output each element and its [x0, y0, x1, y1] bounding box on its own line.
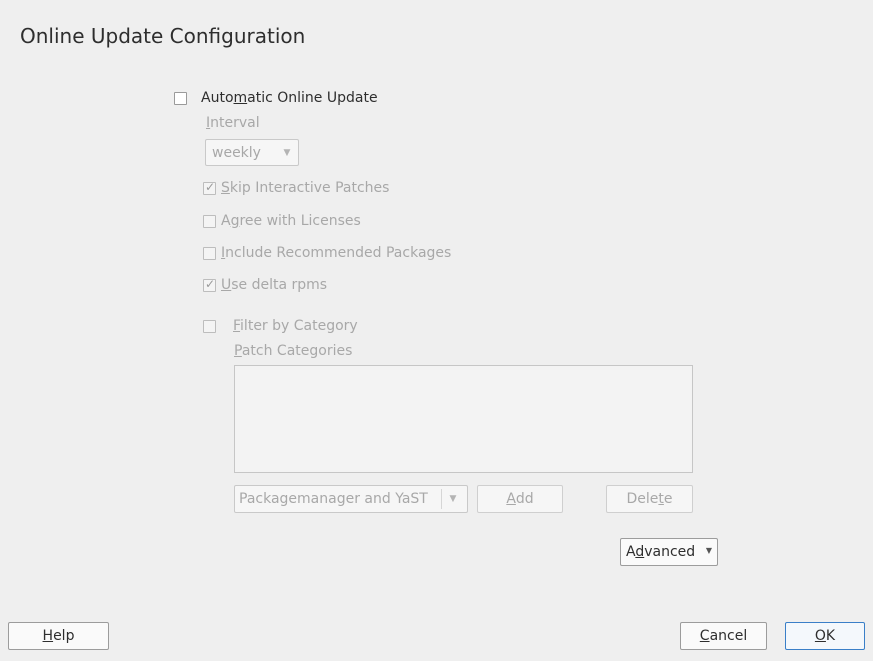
- use-delta-rpms-label[interactable]: Use delta rpms: [221, 277, 327, 293]
- agree-with-licenses-checkbox[interactable]: [203, 215, 216, 228]
- label-part: nclude Recommended Packages: [225, 245, 452, 261]
- filter-by-category-label[interactable]: Filter by Category: [233, 318, 358, 334]
- label-part: atic Online Update: [247, 90, 378, 106]
- label-part: e: [663, 491, 673, 507]
- dialog-title: Online Update Configuration: [20, 24, 306, 48]
- label-part: dd: [515, 491, 534, 507]
- label-part: ancel: [709, 628, 748, 644]
- combo-divider: [441, 489, 442, 509]
- automatic-online-update-label[interactable]: Automatic Online Update: [201, 90, 378, 106]
- label-part: A: [626, 544, 636, 560]
- chevron-down-icon: ▼: [283, 147, 291, 158]
- label-part: ree with Licenses: [239, 213, 361, 229]
- label-part: ilter by Category: [240, 318, 358, 334]
- ok-button[interactable]: OK: [785, 622, 865, 650]
- label-part: kip Interactive Patches: [229, 180, 390, 196]
- label-mnemonic: U: [221, 277, 232, 293]
- interval-value: weekly: [212, 145, 261, 161]
- include-recommended-packages-checkbox[interactable]: [203, 247, 216, 260]
- label-part: vanced: [644, 544, 696, 560]
- interval-label: Interval: [206, 115, 260, 131]
- cancel-button[interactable]: Cancel: [680, 622, 767, 650]
- label-part: atch Categories: [241, 343, 353, 359]
- delete-button[interactable]: Dele t e: [606, 485, 693, 513]
- label-part: nterval: [210, 115, 260, 131]
- chevron-down-icon: ▼: [449, 494, 457, 504]
- chevron-down-icon: ▼: [705, 546, 712, 555]
- label-part: A: [221, 213, 231, 229]
- filter-by-category-checkbox[interactable]: [203, 320, 216, 333]
- label-mnemonic: A: [506, 491, 516, 507]
- skip-interactive-patches-checkbox[interactable]: ✓: [203, 180, 216, 195]
- interval-combobox[interactable]: weekly ▼: [205, 139, 299, 166]
- label-mnemonic: P: [234, 343, 242, 359]
- automatic-online-update-checkbox[interactable]: [174, 92, 187, 105]
- advanced-menu-button[interactable]: Advanced ▼: [620, 538, 718, 566]
- label-mnemonic: m: [233, 90, 248, 106]
- include-recommended-packages-label[interactable]: Include Recommended Packages: [221, 245, 451, 261]
- label-mnemonic: H: [42, 628, 54, 644]
- label-mnemonic: d: [635, 544, 645, 560]
- label-mnemonic: C: [699, 628, 710, 644]
- check-icon: ✓: [205, 180, 216, 194]
- use-delta-rpms-checkbox[interactable]: ✓: [203, 277, 216, 292]
- advanced-label: Advanced: [626, 544, 695, 560]
- label-part: Auto: [201, 90, 234, 106]
- check-icon: ✓: [205, 277, 216, 291]
- label-mnemonic: F: [233, 318, 241, 334]
- label-mnemonic: O: [814, 628, 826, 644]
- label-part: elp: [53, 628, 75, 644]
- label-mnemonic: S: [221, 180, 230, 196]
- skip-interactive-patches-label[interactable]: Skip Interactive Patches: [221, 180, 389, 196]
- label-part: se delta rpms: [231, 277, 328, 293]
- agree-with-licenses-label[interactable]: Agree with Licenses: [221, 213, 361, 229]
- help-button[interactable]: Help: [8, 622, 109, 650]
- category-combobox[interactable]: Packagemanager and YaST ▼: [234, 485, 468, 513]
- patch-categories-label: Patch Categories: [234, 343, 352, 359]
- patch-categories-list[interactable]: [234, 365, 693, 473]
- category-value: Packagemanager and YaST: [239, 491, 428, 507]
- add-button[interactable]: Add: [477, 485, 563, 513]
- label-part: Dele: [626, 491, 659, 507]
- label-part: K: [825, 628, 836, 644]
